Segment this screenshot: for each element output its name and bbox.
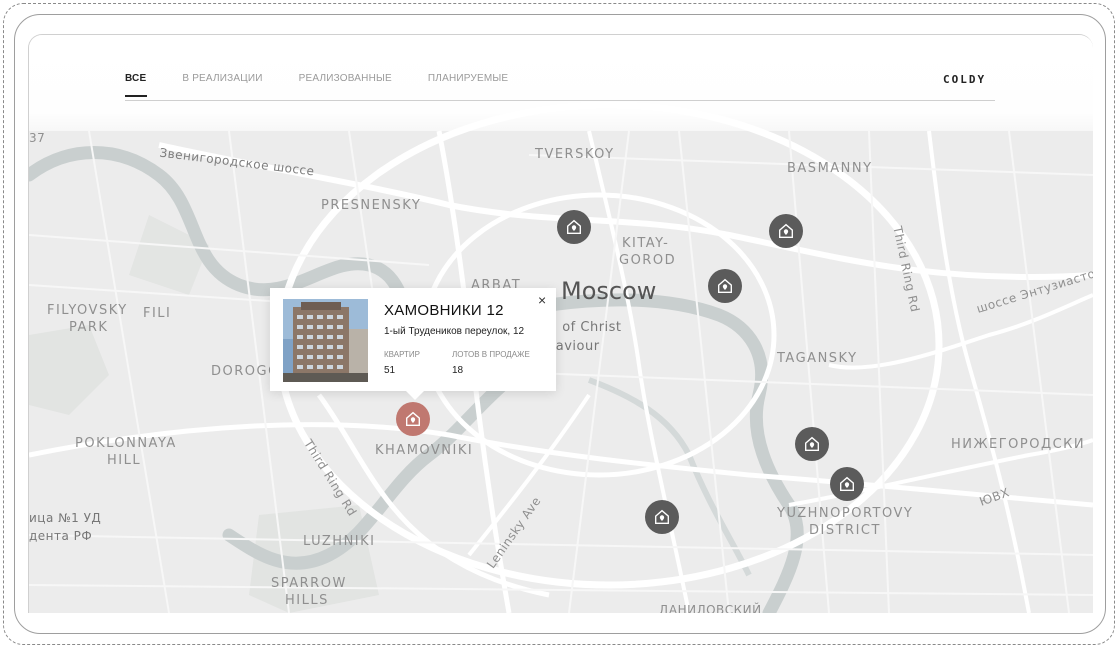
popup-title: ХАМОВНИКИ 12	[384, 302, 504, 319]
popup-apartments-label: КВАРТИР	[384, 350, 421, 359]
tabs-divider	[125, 100, 995, 101]
map-screen[interactable]: Звенигородское шоссе TVERSKOY BASMANNY P…	[28, 34, 1093, 613]
popup-lots-value: 18	[452, 365, 464, 376]
map-label-nizhegorodsky: НИЖЕГОРОДСКИ	[951, 437, 1086, 452]
project-pin-active[interactable]	[396, 402, 430, 436]
brand-logo[interactable]: COLDY	[943, 73, 986, 86]
map-label-tverskoy: TVERSKOY	[535, 147, 615, 162]
map-label-christ: al of Christ	[545, 320, 622, 335]
map-label-gorod: GOROD	[619, 253, 677, 268]
building-location-icon	[406, 411, 420, 426]
map-label-tagansky: TAGANSKY	[777, 351, 858, 366]
map-label-sparrow: SPARROW	[271, 576, 347, 591]
project-pin[interactable]	[795, 427, 829, 461]
map-label-left2: дента РФ	[29, 529, 93, 543]
map-label-presnensky: PRESNENSKY	[321, 198, 422, 213]
project-pin[interactable]	[557, 210, 591, 244]
filter-tabs: ВСЕ В РЕАЛИЗАЦИИ РЕАЛИЗОВАННЫЕ ПЛАНИРУЕМ…	[125, 73, 544, 97]
close-icon[interactable]: ×	[538, 292, 546, 308]
popup-apartments-value: 51	[384, 365, 396, 376]
project-pin[interactable]	[645, 500, 679, 534]
popup-lots-label: ЛОТОВ В ПРОДАЖЕ	[452, 350, 530, 359]
map-label-hills: HILLS	[285, 593, 329, 608]
building-photo	[283, 299, 368, 382]
map-label-district: DISTRICT	[809, 523, 881, 538]
map-label-37: 37	[29, 131, 46, 145]
map-label-yuzhnoportovy: YUZHNOPORTOVY	[777, 506, 914, 521]
map-label-left1: ица №1 УД	[29, 511, 102, 525]
tab-in-progress[interactable]: В РЕАЛИЗАЦИИ	[182, 73, 262, 96]
tab-completed[interactable]: РЕАЛИЗОВАННЫЕ	[299, 73, 392, 96]
building-location-icon	[718, 278, 732, 293]
project-popup[interactable]: ХАМОВНИКИ 12 1-ый Трудеников переулок, 1…	[270, 288, 556, 400]
building-location-icon	[840, 476, 854, 491]
map-label-hill: HILL	[107, 453, 142, 468]
project-pin[interactable]	[830, 467, 864, 501]
project-pin[interactable]	[769, 214, 803, 248]
header: ВСЕ В РЕАЛИЗАЦИИ РЕАЛИЗОВАННЫЕ ПЛАНИРУЕМ…	[29, 35, 1093, 131]
tab-all[interactable]: ВСЕ	[125, 73, 148, 97]
building-location-icon	[779, 223, 793, 238]
map-label-filyovsky: FILYOVSKY	[47, 303, 128, 318]
project-pin[interactable]	[708, 269, 742, 303]
building-location-icon	[567, 219, 581, 234]
map-city-label: Moscow	[561, 277, 657, 305]
building-location-icon	[655, 509, 669, 524]
map-label-bottom: ДАНИЛОВСКИЙ	[659, 603, 762, 613]
map-label-poklonnaya: POKLONNAYA	[75, 436, 177, 451]
popup-address: 1-ый Трудеников переулок, 12	[384, 326, 525, 337]
map-label-fili: FILI	[143, 306, 172, 321]
building-location-icon	[805, 436, 819, 451]
map-label-basmanny: BASMANNY	[787, 161, 873, 176]
map-label-khamovniki: KHAMOVNIKI	[375, 443, 474, 458]
map-label-park: PARK	[69, 320, 109, 335]
map-label-luzhniki: LUZHNIKI	[303, 534, 376, 549]
map-label-kitay: KITAY-	[622, 236, 670, 251]
tab-planned[interactable]: ПЛАНИРУЕМЫЕ	[428, 73, 508, 96]
